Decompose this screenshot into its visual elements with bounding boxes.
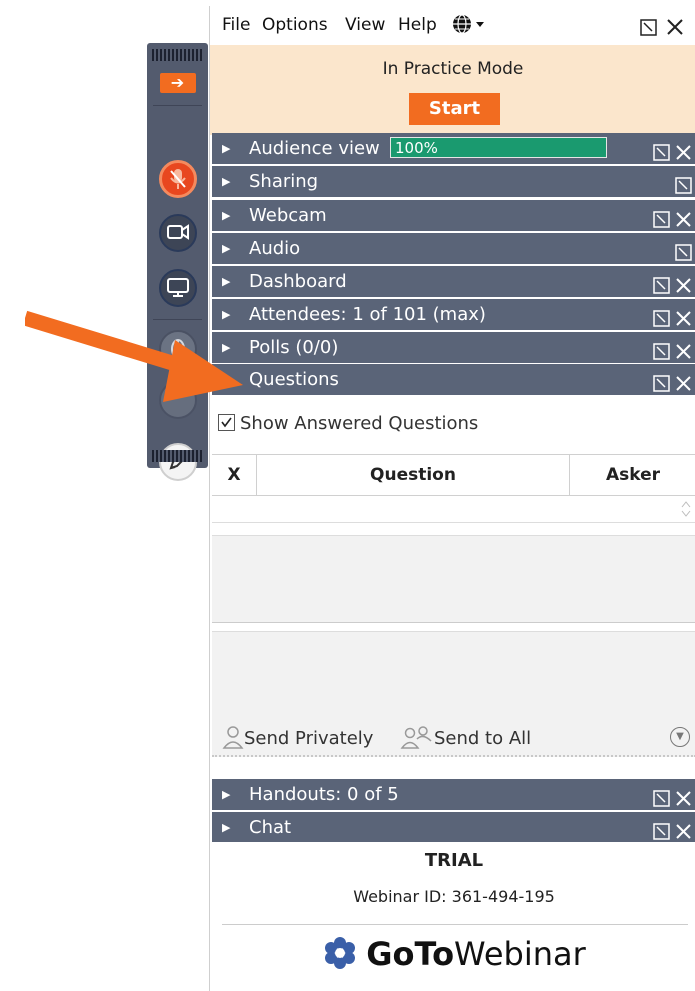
questions-table-header: X Question Asker <box>212 454 695 496</box>
send-actions-row: Send Privately Send to All ▼ <box>212 721 695 757</box>
close-icon[interactable] <box>675 306 692 326</box>
send-privately-label: Send Privately <box>244 728 374 749</box>
popout-icon[interactable] <box>653 339 670 360</box>
pane-label: Audience view <box>249 138 380 159</box>
popout-icon[interactable] <box>675 173 692 194</box>
expand-triangle-icon[interactable]: ▶ <box>222 812 230 843</box>
snowflake-logo-icon <box>325 937 356 969</box>
audience-view-level-text: 100% <box>395 139 438 157</box>
pane-header-attendees[interactable]: ▶ Attendees: 1 of 101 (max) <box>212 299 695 330</box>
menu-bar: File Options View Help <box>210 6 695 44</box>
popout-icon[interactable] <box>653 371 670 392</box>
question-detail-area <box>212 535 695 623</box>
pane-header-handouts[interactable]: ▶ Handouts: 0 of 5 <box>212 779 695 810</box>
close-icon[interactable] <box>675 786 692 806</box>
close-icon[interactable] <box>675 207 692 227</box>
pane-header-questions[interactable]: ▶ Questions <box>212 364 695 395</box>
start-button[interactable]: Start <box>409 93 500 125</box>
expand-triangle-icon[interactable]: ▶ <box>222 266 230 297</box>
audience-view-level-bar: 100% <box>390 137 607 158</box>
monitor-icon <box>166 278 189 297</box>
menu-options[interactable]: Options <box>262 15 328 35</box>
popout-icon[interactable] <box>653 306 670 327</box>
pane-label: Attendees: 1 of 101 (max) <box>249 304 486 325</box>
webinar-id: Webinar ID: 361-494-195 <box>353 887 555 906</box>
expand-triangle-icon[interactable]: ▶ <box>222 133 230 164</box>
microphone-muted-icon <box>169 169 186 189</box>
practice-mode-banner: In Practice Mode Start <box>210 45 695 135</box>
globe-icon <box>453 14 484 34</box>
send-to-all-button[interactable]: Send to All <box>400 725 531 749</box>
send-privately-button[interactable]: Send Privately <box>222 725 373 749</box>
close-icon[interactable] <box>675 339 692 359</box>
popout-icon[interactable] <box>653 207 670 228</box>
close-icon[interactable] <box>675 140 692 160</box>
column-x[interactable]: X <box>212 455 256 495</box>
pane-label: Handouts: 0 of 5 <box>249 784 399 805</box>
mute-microphone-button[interactable] <box>158 160 197 198</box>
pane-label: Dashboard <box>249 271 347 292</box>
footer: TRIAL Webinar ID: 361-494-195 GoToWebina… <box>212 842 695 991</box>
pane-header-polls[interactable]: ▶ Polls (0/0) <box>212 332 695 363</box>
popout-icon[interactable] <box>653 786 670 807</box>
menu-view[interactable]: View <box>345 15 385 35</box>
pane-header-sharing[interactable]: ▶ Sharing <box>212 166 695 197</box>
toolbar-grip-bottom[interactable] <box>152 450 203 462</box>
pane-header-chat[interactable]: ▶ Chat <box>212 812 695 843</box>
expand-triangle-icon[interactable]: ▶ <box>222 779 230 810</box>
brand-goto: GoTo <box>366 935 455 973</box>
column-question[interactable]: Question <box>257 455 569 495</box>
pane-header-webcam[interactable]: ▶ Webcam <box>212 200 695 231</box>
pane-label: Polls (0/0) <box>249 337 339 358</box>
close-icon[interactable] <box>675 371 692 391</box>
toolbar-grip-top[interactable] <box>152 49 203 61</box>
menu-file[interactable]: File <box>222 15 250 35</box>
panel-close-icon[interactable] <box>665 17 685 41</box>
close-icon[interactable] <box>675 273 692 293</box>
footer-divider <box>222 924 688 925</box>
gotowebinar-logo: GoToWebinar <box>212 935 695 973</box>
expand-triangle-icon[interactable]: ▶ <box>222 200 230 231</box>
checkbox-checked-icon[interactable] <box>218 414 235 431</box>
drawing-tools-button[interactable] <box>158 443 197 481</box>
panel-popout-icon[interactable] <box>640 19 657 40</box>
people-icon <box>400 726 432 749</box>
control-panel: File Options View Help In Practice Mode … <box>209 6 695 991</box>
practice-mode-text: In Practice Mode <box>382 59 524 79</box>
popout-icon[interactable] <box>653 819 670 840</box>
annotation-arrow-icon <box>25 310 243 402</box>
collapse-arrow-button[interactable]: ➔ <box>159 73 196 93</box>
language-menu[interactable] <box>451 13 485 40</box>
toolbar-divider <box>153 105 202 106</box>
expand-triangle-icon[interactable]: ▶ <box>222 166 230 197</box>
webcam-button[interactable] <box>158 214 197 252</box>
close-icon[interactable] <box>675 819 692 839</box>
pane-label: Webcam <box>249 205 327 226</box>
popout-icon[interactable] <box>675 240 692 261</box>
show-answered-label: Show Answered Questions <box>240 413 479 434</box>
pane-label: Chat <box>249 817 292 838</box>
column-asker[interactable]: Asker <box>570 455 695 495</box>
questions-pane-body: Show Answered Questions X Question Asker… <box>212 395 695 757</box>
pane-header-audio[interactable]: ▶ Audio <box>212 233 695 264</box>
questions-list-empty[interactable] <box>212 495 695 523</box>
brand-webinar: Webinar <box>454 935 586 973</box>
pane-header-dashboard[interactable]: ▶ Dashboard <box>212 266 695 297</box>
send-to-all-label: Send to All <box>434 728 532 749</box>
popout-icon[interactable] <box>653 140 670 161</box>
pane-label: Questions <box>249 369 339 390</box>
person-icon <box>222 726 244 749</box>
pane-header-audience-view[interactable]: ▶ Audience view 100% <box>212 133 695 164</box>
menu-help[interactable]: Help <box>398 15 437 35</box>
trial-label: TRIAL <box>424 850 484 871</box>
chevron-down-icon[interactable]: ▼ <box>670 727 690 747</box>
answer-input-area[interactable] <box>212 631 695 728</box>
expand-triangle-icon[interactable]: ▶ <box>222 233 230 264</box>
scroll-arrows-icon[interactable] <box>680 499 692 523</box>
pane-label: Audio <box>249 238 301 259</box>
show-answered-checkbox[interactable]: Show Answered Questions <box>218 413 478 434</box>
pane-label: Sharing <box>249 171 319 192</box>
popout-icon[interactable] <box>653 273 670 294</box>
video-camera-icon <box>166 224 189 240</box>
